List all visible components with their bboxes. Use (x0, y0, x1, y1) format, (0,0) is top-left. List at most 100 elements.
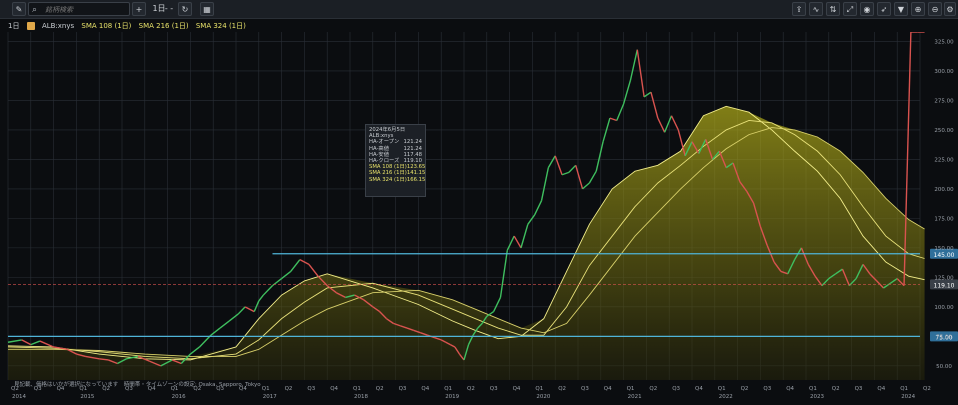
share-icon[interactable]: ⇪ (792, 2, 806, 16)
x-tick-quarter: Q1 (627, 386, 635, 392)
price-segment (21, 339, 32, 346)
x-tick-quarter: Q1 (809, 386, 817, 392)
x-tick-quarter: Q2 (741, 386, 749, 392)
price-segment (228, 313, 239, 322)
price-segment (244, 306, 255, 313)
x-tick-year: 2019 (445, 394, 459, 400)
price-segment (210, 327, 221, 336)
price-segment (582, 182, 590, 190)
x-tick-year: 2022 (719, 394, 733, 400)
search-icon: ⌕ (32, 5, 38, 15)
y-tick-label: 225.00 (934, 157, 954, 163)
x-tick-quarter: Q4 (604, 386, 612, 392)
price-segment (219, 320, 230, 329)
price-segment (547, 155, 556, 169)
price-segment (629, 49, 638, 81)
y-tick-label: 325.00 (934, 39, 954, 45)
settings-icon[interactable]: ⚙ (944, 2, 956, 16)
footer-note: 見記載、価格はいかが選択になっています 時間帯・タイムゾーンの設定: Osaka… (14, 382, 261, 388)
price-segment (616, 103, 625, 121)
sma-area (8, 106, 925, 381)
x-tick-year: 2018 (354, 394, 368, 400)
eye-icon[interactable]: ◉ (860, 2, 874, 16)
x-tick-quarter: Q4 (695, 386, 703, 392)
x-tick-quarter: Q1 (718, 386, 726, 392)
legend-symbol[interactable]: ALB:xnys (42, 22, 74, 30)
pencil-icon[interactable]: ✎ (12, 2, 26, 16)
legend-sma-108[interactable]: SMA 108 (1日) (81, 22, 131, 30)
y-tick-label: 150.00 (934, 246, 954, 252)
expand-icon[interactable]: ⤢ (843, 2, 857, 16)
y-tick-label: 275.00 (934, 98, 954, 104)
x-tick-quarter: Q4 (330, 386, 338, 392)
price-segment (493, 297, 502, 312)
x-tick-year: 2015 (80, 394, 94, 400)
x-tick-quarter: Q2 (285, 386, 293, 392)
tooltip-value: 166.15 (406, 176, 426, 183)
chart-type-icon[interactable]: ▦ (200, 2, 214, 16)
cursor-icon[interactable]: ➶ (877, 2, 891, 16)
price-segment (39, 340, 54, 348)
filter-icon[interactable]: ▼ (894, 2, 908, 16)
x-tick-quarter: Q2 (467, 386, 475, 392)
search-input[interactable] (45, 3, 125, 17)
price-segment (540, 167, 550, 201)
y-tick-label: 200.00 (934, 187, 954, 193)
y-tick-label: 50.00 (936, 364, 952, 370)
price-segment (568, 164, 577, 173)
price-segment (554, 155, 563, 175)
x-tick-quarter: Q3 (763, 386, 771, 392)
y-tick-label: 75.00 (936, 334, 952, 340)
price-segment (561, 171, 570, 176)
y-tick-label: 175.00 (934, 216, 954, 222)
x-tick-quarter: Q3 (855, 386, 863, 392)
x-tick-quarter: Q4 (513, 386, 521, 392)
indicator-icon[interactable]: ∿ (809, 2, 823, 16)
price-segment (253, 300, 260, 312)
x-tick-year: 2023 (810, 394, 824, 400)
x-tick-year: 2021 (628, 394, 642, 400)
chart-legend: 1日 ALB:xnys SMA 108 (1日) SMA 216 (1日) SM… (8, 20, 251, 32)
legend-sma-216[interactable]: SMA 216 (1日) (139, 22, 189, 30)
price-segment (636, 49, 645, 97)
x-tick-quarter: Q2 (376, 386, 384, 392)
price-segment (650, 91, 659, 119)
x-tick-quarter: Q1 (535, 386, 543, 392)
x-tick-year: 2014 (12, 394, 26, 400)
price-chart[interactable]: 145.00 75.00 119.10 50.00 75.00 100.00 125.00… (0, 32, 958, 405)
price-segment (290, 259, 301, 272)
x-tick-year: 2020 (536, 394, 550, 400)
add-button[interactable]: + (132, 2, 146, 16)
x-tick-quarter: Q3 (490, 386, 498, 392)
zoom-in-icon[interactable]: ⊕ (911, 2, 925, 16)
x-tick-quarter: Q3 (581, 386, 589, 392)
zoom-out-icon[interactable]: ⊖ (928, 2, 942, 16)
price-segment (609, 117, 617, 122)
chart-style-button[interactable]: - - (162, 2, 176, 16)
x-tick-quarter: Q3 (672, 386, 680, 392)
symbol-search-box[interactable]: ⌕ (28, 2, 130, 17)
price-segment (643, 91, 652, 98)
x-tick-quarter: Q3 (399, 386, 407, 392)
legend-sma-324[interactable]: SMA 324 (1日) (196, 22, 246, 30)
price-segment (670, 115, 679, 131)
last-price-text: 119.10 (934, 282, 955, 289)
x-tick-quarter: Q1 (900, 386, 908, 392)
y-tick-label: 250.00 (934, 128, 954, 134)
y-tick-label: 100.00 (934, 305, 954, 311)
price-segment (534, 200, 543, 216)
price-segment (513, 235, 522, 249)
y-tick-label: 300.00 (934, 69, 954, 75)
refresh-icon[interactable]: ↻ (178, 2, 192, 16)
price-segment (520, 224, 529, 249)
price-label-text: 145.00 (934, 252, 955, 259)
tooltip-label: SMA 324 (1日) (369, 176, 407, 183)
price-segment (527, 214, 536, 225)
x-tick-quarter: Q4 (421, 386, 429, 392)
x-tick-quarter: Q2 (832, 386, 840, 392)
price-segment (262, 285, 273, 296)
tooltip-row: SMA 324 (1日) 166.15 (369, 176, 425, 183)
x-tick-quarter: Q1 (353, 386, 361, 392)
x-tick-quarter: Q2 (558, 386, 566, 392)
compare-icon[interactable]: ⇅ (826, 2, 840, 16)
